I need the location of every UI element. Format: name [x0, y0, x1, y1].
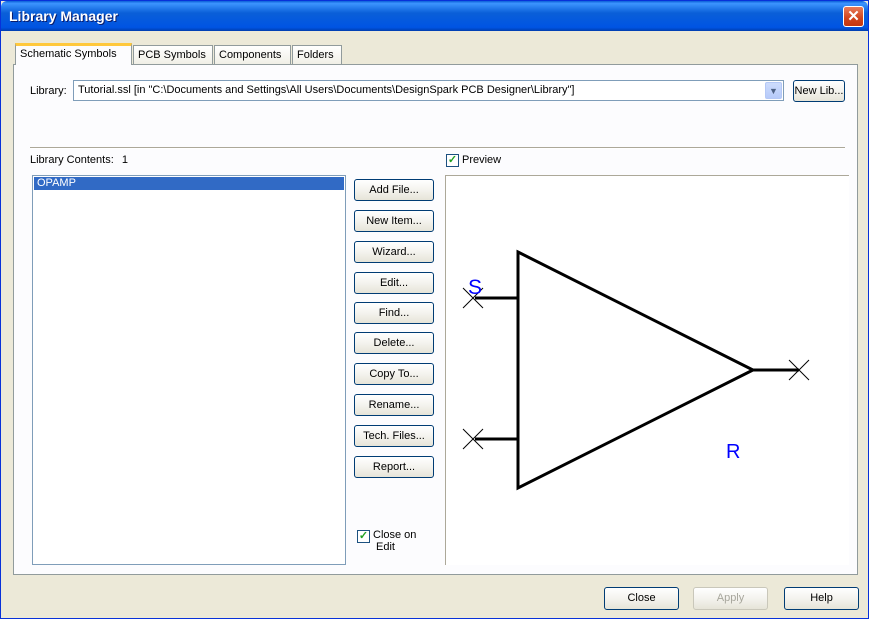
wizard-label: Wizard... [372, 246, 416, 258]
apply-button[interactable]: Apply [693, 587, 768, 610]
window-title: Library Manager [9, 8, 118, 24]
tab-folders[interactable]: Folders [292, 45, 342, 64]
pin-label-s: S [468, 276, 482, 299]
preview-checkbox[interactable]: ✓ [446, 154, 459, 167]
add-file-button[interactable]: Add File... [354, 179, 434, 201]
title-bar[interactable]: Library Manager ✕ [1, 1, 868, 31]
rename-label: Rename... [368, 399, 420, 411]
chevron-down-icon[interactable]: ▼ [765, 82, 782, 99]
close-on-edit-line2: Edit [376, 541, 395, 553]
tech-files-button[interactable]: Tech. Files... [354, 425, 434, 447]
help-label: Help [810, 592, 833, 604]
new-lib-button[interactable]: New Lib... [793, 80, 845, 102]
new-item-button[interactable]: New Item... [354, 210, 434, 232]
close-on-edit-label: Close on Edit [373, 529, 416, 553]
close-on-edit-checkbox[interactable]: ✓ [357, 530, 370, 543]
preview-label: Preview [462, 154, 502, 166]
copy-to-label: Copy To... [369, 368, 419, 380]
new-lib-label: New Lib... [794, 85, 844, 97]
preview-pane: S R [445, 175, 849, 565]
copy-to-button[interactable]: Copy To... [354, 363, 434, 385]
library-contents-text: Library Contents: [30, 154, 114, 166]
new-item-label: New Item... [366, 215, 422, 227]
library-contents-list[interactable]: OPAMP [32, 175, 346, 565]
library-select-value: Tutorial.ssl [in "C:\Documents and Setti… [78, 84, 575, 96]
delete-label: Delete... [373, 337, 415, 349]
edit-label: Edit... [379, 277, 409, 289]
tab-components[interactable]: Components [214, 45, 291, 64]
tab-panel: Library: Tutorial.ssl [in "C:\Documents … [13, 64, 858, 575]
tab-schematic-symbols[interactable]: Schematic Symbols [15, 43, 132, 65]
close-window-icon[interactable]: ✕ [843, 6, 864, 27]
find-button[interactable]: Find... [354, 302, 434, 324]
opamp-triangle [516, 249, 757, 491]
close-button[interactable]: Close [604, 587, 679, 610]
rename-button[interactable]: Rename... [354, 394, 434, 416]
library-contents-label: Library Contents: 1 [30, 154, 128, 166]
tab-pcb-symbols[interactable]: PCB Symbols [133, 45, 213, 64]
tech-files-label: Tech. Files... [363, 430, 425, 442]
find-label: Find... [378, 307, 410, 319]
close-on-edit-line1: Close on [373, 529, 417, 541]
help-button[interactable]: Help [784, 587, 859, 610]
library-select[interactable]: Tutorial.ssl [in "C:\Documents and Setti… [73, 80, 784, 101]
report-label: Report... [372, 461, 416, 473]
apply-label: Apply [716, 592, 745, 604]
opamp-symbol [475, 249, 799, 491]
close-label: Close [627, 592, 656, 604]
opamp-symbol-preview: S R [462, 249, 810, 491]
library-contents-count: 1 [121, 154, 128, 166]
report-button[interactable]: Report... [354, 456, 434, 478]
library-label: Library: [30, 85, 67, 97]
edit-button[interactable]: Edit... [354, 272, 434, 294]
divider [30, 147, 845, 149]
add-file-label: Add File... [369, 184, 419, 196]
delete-button[interactable]: Delete... [354, 332, 434, 354]
wizard-button[interactable]: Wizard... [354, 241, 434, 263]
pin-label-r: R [726, 441, 740, 463]
list-item[interactable]: OPAMP [34, 177, 344, 190]
library-manager-window: Library Manager ✕ Schematic Symbols PCB … [0, 0, 869, 619]
